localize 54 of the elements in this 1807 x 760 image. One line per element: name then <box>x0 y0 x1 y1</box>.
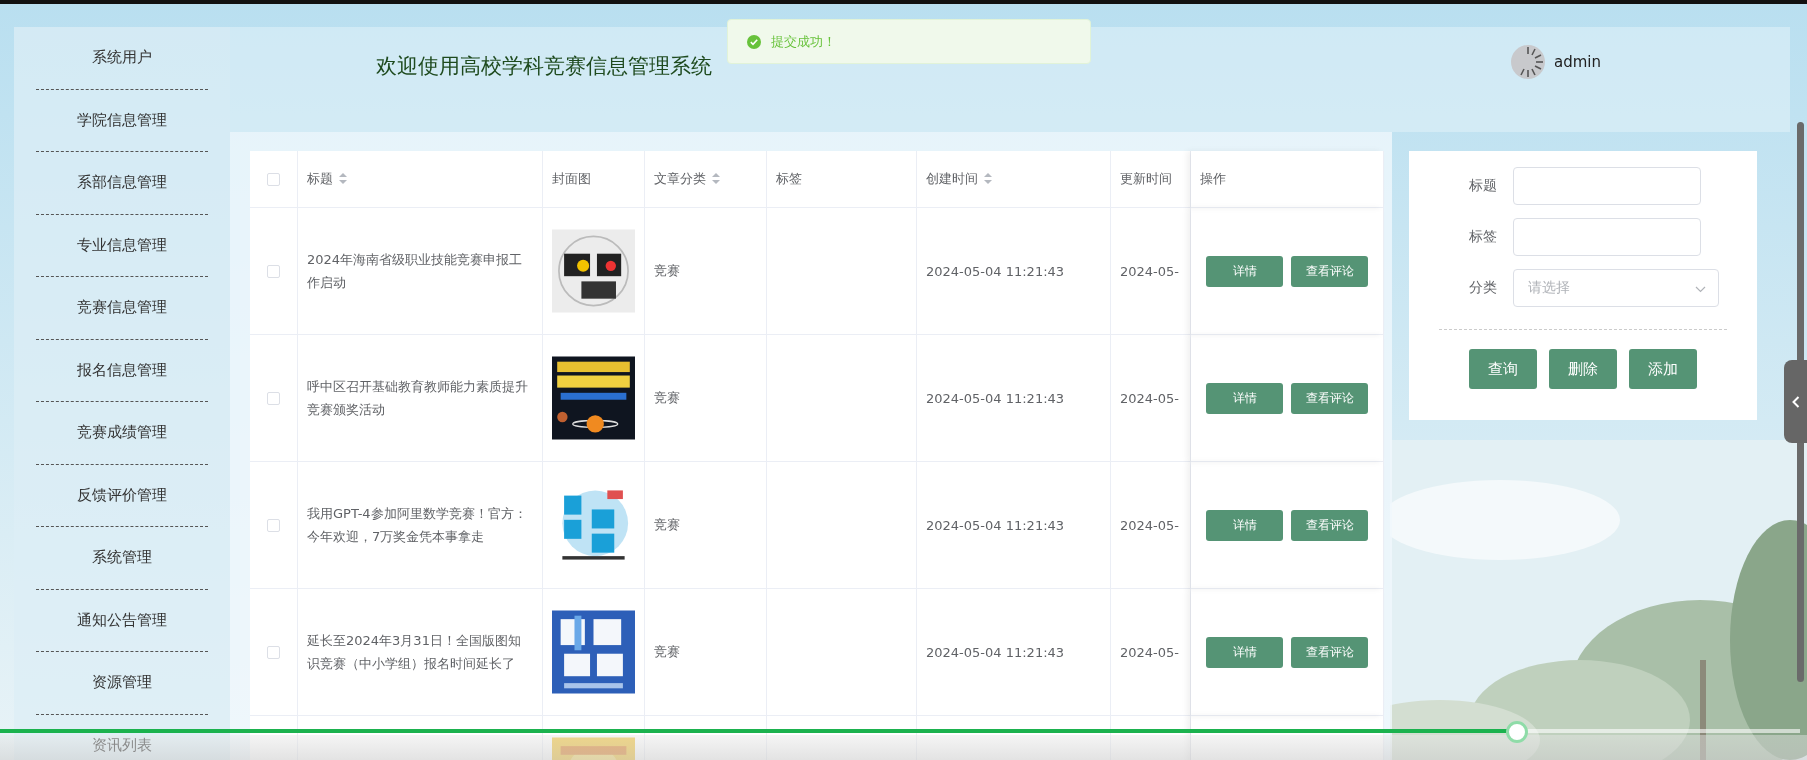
sidebar-item[interactable]: 资源管理 <box>92 673 152 693</box>
column-header[interactable]: 标题 <box>307 170 333 188</box>
column-header: 封面图 <box>552 170 591 188</box>
article-title: 2024年海南省级职业技能竞赛申报工作启动 <box>307 251 524 292</box>
header-cell[interactable]: 文章分类 <box>645 151 767 208</box>
sidebar-item[interactable]: 通知公告管理 <box>77 610 167 630</box>
sidebar-item[interactable]: 报名信息管理 <box>77 360 167 380</box>
table-cell: 2024-05-04 11:21:43 <box>926 517 1065 533</box>
table-cell: 2024-05-04 11:21:43 <box>926 263 1065 279</box>
article-title: 呼中区召开基础教育教师能力素质提升竞赛颁奖活动 <box>307 378 529 419</box>
comments-button[interactable]: 查看评论 <box>1291 255 1368 287</box>
article-title: 我用GPT-4参加阿里数学竞赛！官方：今年欢迎，7万奖金凭本事拿走 <box>307 505 528 546</box>
user-name[interactable]: admin <box>1554 53 1601 71</box>
delete-button[interactable]: 删除 <box>1549 349 1617 389</box>
header-cell[interactable]: 创建时间 <box>917 151 1111 208</box>
column-header[interactable]: 文章分类 <box>654 170 706 188</box>
column-header[interactable]: 创建时间 <box>926 170 978 188</box>
table-cell: 竞赛 <box>654 516 680 534</box>
article-title: 延长至2024年3月31日！全国版图知识竞赛（中小学组）报名时间延长了 <box>307 632 522 673</box>
column-header: 操作 <box>1200 170 1226 188</box>
sidebar-item[interactable]: 专业信息管理 <box>77 235 167 255</box>
page-title: 欢迎使用高校学科竞赛信息管理系统 <box>376 53 712 80</box>
comments-button[interactable]: 查看评论 <box>1291 636 1368 668</box>
detail-button[interactable]: 详情 <box>1206 382 1283 414</box>
table-cell: 2024-05- <box>1120 263 1179 279</box>
toast-message: 提交成功！ <box>771 32 836 51</box>
search-button[interactable]: 查询 <box>1469 349 1537 389</box>
table-cell: 2024-05-04 11:21:43 <box>926 390 1065 406</box>
header-cell[interactable]: 标题 <box>298 151 543 208</box>
sidebar-item[interactable]: 竞赛成绩管理 <box>77 423 167 443</box>
table-cell: 竞赛 <box>654 262 680 280</box>
sidebar-item[interactable]: 系部信息管理 <box>77 173 167 193</box>
sidebar-item[interactable]: 竞赛信息管理 <box>77 298 167 318</box>
detail-button[interactable]: 详情 <box>1206 255 1283 287</box>
field-label: 分类 <box>1468 279 1498 297</box>
table-cell: 2024-05- <box>1120 517 1179 533</box>
column-header: 标签 <box>776 170 802 188</box>
sidebar-item[interactable]: 系统管理 <box>92 548 152 568</box>
sidebar-item[interactable]: 反馈评价管理 <box>77 485 167 505</box>
sidebar-item[interactable]: 系统用户 <box>92 48 152 68</box>
detail-button[interactable]: 详情 <box>1206 636 1283 668</box>
field-label: 标签 <box>1468 228 1498 246</box>
comments-button[interactable]: 查看评论 <box>1291 509 1368 541</box>
detail-button[interactable]: 详情 <box>1206 509 1283 541</box>
table-cell: 2024-05-04 11:21:43 <box>926 644 1065 660</box>
field-label: 标题 <box>1468 177 1498 195</box>
add-button[interactable]: 添加 <box>1629 349 1697 389</box>
table-cell: 2024-05- <box>1120 644 1179 660</box>
column-header: 更新时间 <box>1120 170 1172 188</box>
table-cell: 竞赛 <box>654 643 680 661</box>
comments-button[interactable]: 查看评论 <box>1291 382 1368 414</box>
table-cell: 竞赛 <box>654 389 680 407</box>
sidebar-item[interactable]: 学院信息管理 <box>77 110 167 130</box>
table-cell: 2024-05- <box>1120 390 1179 406</box>
